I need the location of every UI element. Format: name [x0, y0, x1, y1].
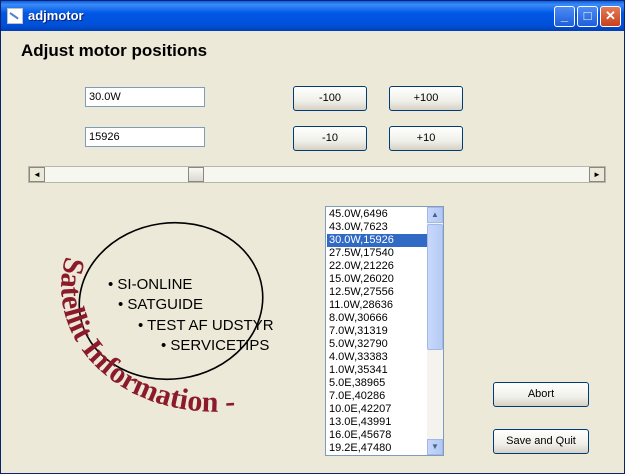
close-button[interactable]: ✕	[600, 6, 621, 27]
abort-button[interactable]: Abort	[493, 382, 589, 407]
title-bar[interactable]: adjmotor _ □ ✕	[1, 1, 624, 31]
logo-bullet-satguide: • SATGUIDE	[118, 296, 203, 313]
satellit-information-logo: Satellit Information - Online • SI-ONLIN…	[24, 170, 296, 431]
slider-thumb[interactable]	[187, 167, 204, 182]
minus-100-button[interactable]: -100	[293, 86, 367, 111]
minimize-button[interactable]: _	[554, 6, 575, 27]
plus-100-button[interactable]: +100	[389, 86, 463, 111]
list-item[interactable]: 5.0E,38965	[327, 377, 428, 390]
adjmotor-window: adjmotor _ □ ✕ Adjust motor positions 30…	[0, 0, 625, 474]
scroll-down-arrow-icon[interactable]: ▼	[427, 439, 443, 455]
minus-10-button[interactable]: -10	[293, 126, 367, 151]
page-title: Adjust motor positions	[21, 41, 208, 60]
list-item[interactable]: 16.0E,45678	[327, 429, 428, 442]
list-item[interactable]: 22.0W,21226	[327, 260, 428, 273]
list-item[interactable]: 19.2E,47480	[327, 442, 428, 455]
scroll-right-arrow-icon[interactable]: ►	[589, 167, 605, 182]
positions-list: 45.0W,6496 43.0W,7623 30.0W,15926 27.5W,175…	[327, 208, 428, 455]
list-item[interactable]: 15.0W,26020	[327, 273, 428, 286]
steps-field[interactable]: 15926	[85, 127, 205, 147]
app-icon	[7, 8, 23, 24]
list-item[interactable]: 7.0W,31319	[327, 325, 428, 338]
list-item[interactable]: 5.0W,32790	[327, 338, 428, 351]
list-item[interactable]: 7.0E,40286	[327, 390, 428, 403]
logo-bullet-servicetips: • SERVICETIPS	[161, 337, 270, 354]
maximize-button[interactable]: □	[577, 6, 598, 27]
position-field[interactable]: 30.0W	[85, 87, 205, 107]
scroll-up-arrow-icon[interactable]: ▲	[427, 207, 443, 223]
positions-listbox[interactable]: 45.0W,6496 43.0W,7623 30.0W,15926 27.5W,175…	[325, 206, 444, 456]
position-slider[interactable]: ◄ ►	[28, 166, 606, 183]
list-item[interactable]: 12.5W,27556	[327, 286, 428, 299]
list-item[interactable]: 8.0W,30666	[327, 312, 428, 325]
list-item[interactable]: 1.0W,35341	[327, 364, 428, 377]
scroll-left-arrow-icon[interactable]: ◄	[29, 167, 45, 182]
list-item[interactable]: 11.0W,28636	[327, 299, 428, 312]
logo-bullet-test-af-udstyr: • TEST AF UDSTYR	[138, 317, 274, 334]
plus-10-button[interactable]: +10	[389, 126, 463, 151]
logo-graphic: Satellit Information - Online	[24, 170, 264, 419]
save-and-quit-button[interactable]: Save and Quit	[493, 429, 589, 454]
window-title: adjmotor	[28, 8, 84, 23]
list-item[interactable]: 45.0W,6496	[327, 208, 428, 221]
list-item[interactable]: 10.0E,42207	[327, 403, 428, 416]
list-item[interactable]: 4.0W,33383	[327, 351, 428, 364]
list-scrollbar[interactable]: ▲ ▼	[427, 207, 443, 455]
logo-bullet-si-online: • SI-ONLINE	[108, 276, 193, 293]
list-item[interactable]: 30.0W,15926	[327, 234, 428, 247]
list-scroll-thumb[interactable]	[427, 224, 443, 350]
list-item[interactable]: 27.5W,17540	[327, 247, 428, 260]
list-item[interactable]: 13.0E,43991	[327, 416, 428, 429]
list-item[interactable]: 43.0W,7623	[327, 221, 428, 234]
